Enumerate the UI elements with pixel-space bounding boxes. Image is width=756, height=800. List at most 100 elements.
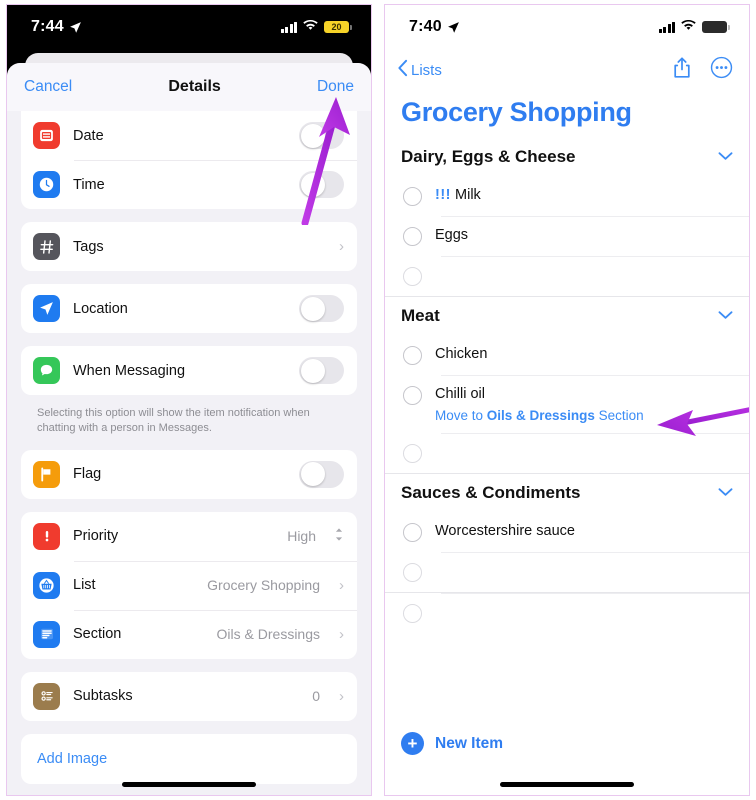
list-value: Grocery Shopping <box>207 577 320 594</box>
home-indicator <box>122 782 256 787</box>
new-item-label: New Item <box>435 734 504 752</box>
hint-suffix: Section <box>594 407 644 423</box>
row-label: Priority <box>73 528 119 545</box>
row-when-messaging[interactable]: When Messaging <box>21 346 357 395</box>
chevron-right-icon: › <box>339 576 344 594</box>
item-checkbox[interactable] <box>403 603 422 623</box>
subtasks-count: 0 <box>312 688 320 705</box>
priority-value: High <box>287 528 316 545</box>
row-label: Location <box>73 300 128 317</box>
item-checkbox[interactable] <box>403 443 422 463</box>
list-item[interactable]: Chicken <box>385 335 749 375</box>
row-label: Time <box>73 176 105 193</box>
toggle-knob <box>300 358 325 383</box>
chevron-down-icon[interactable] <box>718 148 733 166</box>
list-item-placeholder[interactable] <box>385 591 749 633</box>
row-section[interactable]: Section Oils & Dressings › <box>21 609 357 659</box>
left-phone-body: Cancel Details Done Date Time Tags › Loc… <box>7 49 371 795</box>
group-flag: Flag <box>21 449 357 499</box>
list-item[interactable]: !!! Milk <box>385 176 749 216</box>
section-header-meat[interactable]: Meat <box>385 296 749 335</box>
when-messaging-footnote: Selecting this option will show the item… <box>37 407 310 434</box>
row-flag[interactable]: Flag <box>21 450 357 499</box>
row-label: Tags <box>73 238 104 255</box>
calendar-icon <box>33 122 60 149</box>
new-item-button[interactable]: + New Item <box>401 732 503 755</box>
location-arrow-icon <box>447 21 460 34</box>
row-date[interactable]: Date <box>21 111 357 160</box>
toggle-knob <box>300 462 325 487</box>
more-circle-icon[interactable] <box>710 56 733 84</box>
screenshot-stage: 7:44 20 Cancel Details Done Date Time Ta… <box>0 0 756 800</box>
cellular-bars-icon <box>280 21 297 33</box>
date-toggle[interactable] <box>299 122 344 149</box>
row-location[interactable]: Location <box>21 284 357 333</box>
messages-icon <box>33 357 60 384</box>
list-item-placeholder[interactable] <box>385 256 749 296</box>
toggle-knob <box>300 296 325 321</box>
item-checkbox[interactable] <box>403 187 422 206</box>
section-header-sauces[interactable]: Sauces & Condiments <box>385 472 749 512</box>
section-title: Meat <box>401 306 440 325</box>
flag-toggle[interactable] <box>299 460 344 488</box>
chevron-down-icon[interactable] <box>718 307 733 325</box>
when-messaging-toggle[interactable] <box>299 357 344 384</box>
toggle-knob <box>300 123 325 148</box>
stepper-updown-icon[interactable] <box>334 527 344 545</box>
section-lines-icon <box>33 620 60 648</box>
battery-level: 20 <box>331 22 342 32</box>
row-list[interactable]: List Grocery Shopping › <box>21 560 357 610</box>
add-image-button[interactable]: Add Image <box>21 734 357 784</box>
item-checkbox[interactable] <box>403 227 422 246</box>
section-title: Sauces & Condiments <box>401 482 581 502</box>
row-time[interactable]: Time <box>21 160 357 209</box>
list-item-placeholder[interactable] <box>385 551 749 592</box>
group-subtasks: Subtasks 0 › <box>21 671 357 721</box>
list-item[interactable]: Eggs <box>385 216 749 256</box>
left-status-icons: 20 <box>280 18 352 36</box>
location-toggle[interactable] <box>299 295 344 322</box>
group-location: Location <box>21 284 357 333</box>
right-status-icons <box>658 18 730 36</box>
group-tags: Tags › <box>21 222 357 271</box>
item-checkbox[interactable] <box>403 562 422 582</box>
done-button[interactable]: Done <box>317 78 354 96</box>
list-item-chilli-oil[interactable]: Chilli oil Move to Oils & Dressings Sect… <box>385 375 749 433</box>
list-item[interactable]: Worcestershire sauce <box>385 512 749 552</box>
move-to-section-hint[interactable]: Move to Oils & Dressings Section <box>435 408 644 423</box>
wifi-icon <box>303 18 318 36</box>
row-tags[interactable]: Tags › <box>21 222 357 271</box>
item-label: Worcestershire sauce <box>435 522 575 539</box>
wifi-icon <box>681 18 696 36</box>
hint-section-name: Oils & Dressings <box>486 407 595 423</box>
item-checkbox[interactable] <box>403 267 422 286</box>
back-label: Lists <box>411 61 442 79</box>
item-checkbox[interactable] <box>403 346 422 365</box>
cancel-button[interactable]: Cancel <box>24 78 72 96</box>
toggle-knob <box>300 172 325 197</box>
back-to-lists-button[interactable]: Lists <box>397 59 442 81</box>
details-sheet-nav: Cancel Details Done <box>7 63 371 111</box>
row-priority[interactable]: Priority High <box>21 512 357 561</box>
section-value: Oils & Dressings <box>216 626 320 643</box>
flag-icon <box>33 460 60 488</box>
list-item-placeholder[interactable] <box>385 432 749 473</box>
group-date-time: Date Time <box>21 111 357 209</box>
chevron-down-icon[interactable] <box>718 484 733 502</box>
item-label: Chicken <box>435 346 488 362</box>
time-toggle[interactable] <box>299 171 344 198</box>
battery-icon: 20 <box>324 21 352 33</box>
share-icon[interactable] <box>672 56 692 85</box>
item-label: Eggs <box>435 227 469 243</box>
row-subtasks[interactable]: Subtasks 0 › <box>21 672 357 721</box>
hash-tag-icon <box>33 233 60 260</box>
item-checkbox[interactable] <box>403 522 422 542</box>
section-header-dairy[interactable]: Dairy, Eggs & Cheese <box>385 138 749 176</box>
group-add-image: Add Image <box>21 733 357 784</box>
item-checkbox[interactable] <box>403 386 422 405</box>
battery-icon <box>702 21 730 33</box>
details-scroll-area[interactable]: Date Time Tags › Location When Messaging… <box>7 111 371 795</box>
item-text: !!! Milk <box>435 186 481 206</box>
item-label: Milk <box>455 187 481 203</box>
nav-actions <box>672 56 733 85</box>
